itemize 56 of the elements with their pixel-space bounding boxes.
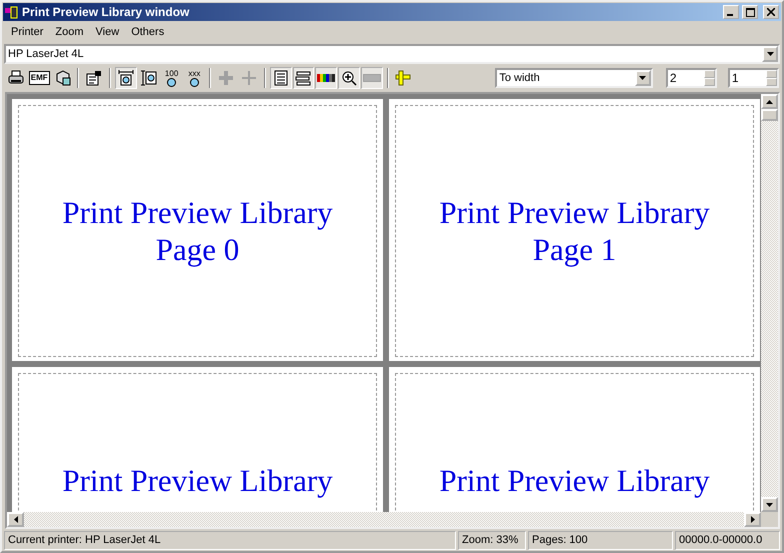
dropdown-arrow-icon — [639, 76, 646, 80]
page-icon — [274, 70, 288, 86]
vertical-scrollbar[interactable] — [761, 94, 778, 512]
toolbar-button[interactable] — [315, 67, 338, 89]
scroll-thumb[interactable] — [761, 109, 778, 121]
minimize-button[interactable] — [723, 5, 739, 19]
menu-item[interactable]: Others — [125, 26, 170, 38]
scroll-left-button[interactable] — [7, 512, 24, 527]
arrow-icon — [766, 502, 773, 506]
page-title: Print Preview Library — [62, 194, 333, 231]
arrow-icon — [14, 516, 18, 523]
app-icon — [5, 5, 19, 19]
toolbar-button[interactable] — [270, 67, 292, 89]
toolbar-button[interactable] — [292, 67, 314, 89]
printer-dropdown[interactable]: HP LaserJet 4L — [4, 44, 780, 64]
move-icon — [218, 70, 234, 86]
scroll-up-button[interactable] — [761, 94, 778, 109]
zoom-in-icon — [340, 70, 357, 86]
toolbar-button[interactable] — [338, 67, 360, 89]
status-panel: Zoom: 33% — [458, 531, 526, 550]
toolbar-button[interactable] — [115, 67, 137, 89]
arrow-icon — [750, 516, 754, 523]
menu-item[interactable]: Zoom — [49, 26, 90, 38]
pages-icon — [295, 70, 312, 86]
bar-icon — [362, 74, 381, 82]
page-number: Page 1 — [532, 231, 616, 268]
document-icon: EMF — [28, 71, 50, 85]
maximize-button[interactable] — [742, 5, 758, 19]
ruler-icon — [395, 70, 412, 86]
printer-icon — [8, 70, 24, 86]
fit-height-icon — [140, 70, 157, 86]
fit-width-icon — [118, 70, 134, 86]
color-bar-icon — [317, 74, 336, 82]
page-title: Print Preview Library — [439, 194, 710, 231]
status-panel: 00000.0-00000.0 — [675, 531, 780, 550]
status-panel: Current printer: HP LaserJet 4L — [4, 531, 456, 550]
status-panel: Pages: 100 — [528, 531, 673, 550]
close-button[interactable] — [763, 5, 779, 19]
page-title: Print Preview Library — [62, 462, 333, 499]
plus-icon — [240, 70, 257, 86]
zoom-dropdown[interactable]: To width — [495, 68, 653, 88]
rows-spinbox[interactable]: 1 — [728, 68, 779, 88]
scroll-down-button[interactable] — [761, 497, 778, 512]
arrow-icon — [766, 100, 773, 104]
scroll-right-button[interactable] — [744, 512, 761, 527]
horizontal-scrollbar[interactable] — [7, 512, 761, 527]
menu-item[interactable]: View — [90, 26, 126, 38]
page-number: Page 0 — [156, 231, 240, 268]
close-icon — [767, 8, 775, 16]
dropdown-arrow-icon — [766, 52, 774, 56]
properties-icon — [86, 70, 102, 86]
menu-item[interactable]: Printer — [5, 26, 50, 38]
columns-spinbox[interactable]: 2 — [666, 68, 717, 88]
maximize-icon — [746, 8, 754, 16]
page-title: Print Preview Library — [439, 462, 710, 499]
window-title: Print Preview Library window — [22, 5, 190, 19]
